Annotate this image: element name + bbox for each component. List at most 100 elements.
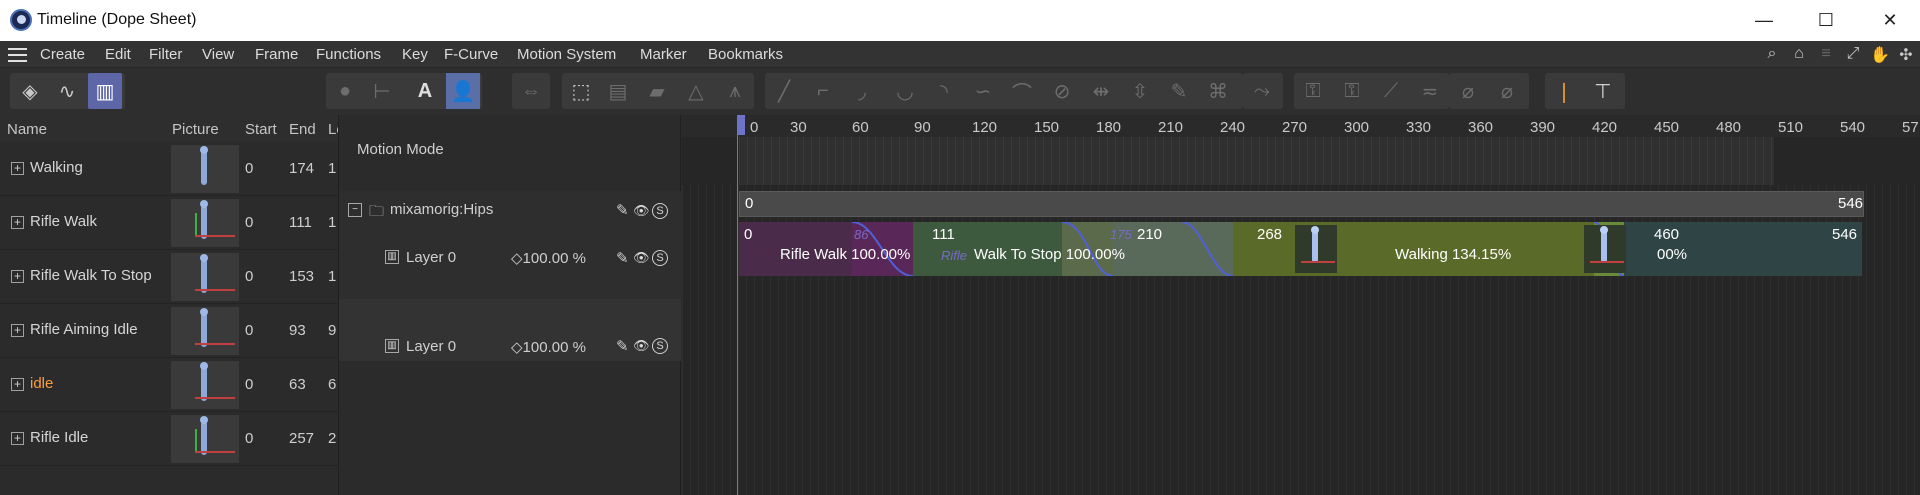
pen-tool-icon[interactable]: ✎ — [1162, 73, 1196, 109]
layer-weight[interactable]: ◇100.00 % — [511, 249, 586, 267]
edit-icon[interactable]: ✎ — [616, 337, 629, 355]
list-item[interactable]: + Rifle Walk To Stop 0 153 1 — [0, 250, 338, 304]
clip-icon[interactable]: ▤ — [601, 73, 635, 109]
eye-icon[interactable]: 👁 — [633, 338, 650, 354]
broom-icon[interactable]: ⩚ — [718, 73, 752, 109]
dope-sheet-view-icon[interactable]: ◈ — [13, 73, 47, 109]
menu-marker[interactable]: Marker — [640, 46, 687, 63]
playhead-handle[interactable] — [737, 115, 745, 135]
expand-icon[interactable]: + — [11, 162, 24, 175]
no-key-icon[interactable]: ⊘ — [1045, 73, 1079, 109]
column-picture[interactable]: Picture — [172, 121, 219, 138]
hand-pan-icon[interactable]: ✋ — [1870, 45, 1890, 65]
list-item[interactable]: + idle 0 63 6 — [0, 358, 338, 412]
hips-summary-track[interactable]: 0 546 — [739, 191, 1864, 217]
brush-icon[interactable]: ⌘ — [1201, 73, 1235, 109]
menu-bookmarks[interactable]: Bookmarks — [708, 46, 783, 63]
ruler-tick: 420 — [1592, 119, 1618, 136]
frame-select-icon[interactable]: ⬚ — [564, 73, 598, 109]
solo-icon[interactable]: S — [652, 250, 668, 266]
eye-icon[interactable]: 👁 — [633, 250, 650, 266]
motion-clip-list: + Walking 0 174 1 + Rifle Walk 0 111 1 +… — [0, 142, 338, 495]
expand-icon[interactable]: + — [11, 378, 24, 391]
list-item[interactable]: + Rifle Idle 0 257 2 — [0, 412, 338, 466]
ruler-tick: 450 — [1654, 119, 1680, 136]
list-item[interactable]: + Rifle Walk 0 111 1 — [0, 196, 338, 250]
toolbar: ◈ ∿ ▥ ● ⊢ A 👤 ⇔ ⬚ ▤ ▰ △ ⩚ ╱ ⌐ ◞ ◡ ◝ ∽ ⌒ … — [0, 68, 1920, 115]
text-mode-icon[interactable]: A — [408, 73, 442, 109]
edit-icon[interactable]: ✎ — [616, 201, 629, 219]
search-icon[interactable]: ⌕ — [1762, 45, 1782, 65]
expand-icon[interactable]: + — [11, 432, 24, 445]
linear-interp-icon[interactable]: ╱ — [767, 73, 801, 109]
lock-time-icon[interactable]: ⇹ — [1084, 73, 1118, 109]
expand-icon[interactable]: + — [11, 270, 24, 283]
solo-icon[interactable]: S — [652, 338, 668, 354]
menu-frame[interactable]: Frame — [255, 46, 298, 63]
menu-edit[interactable]: Edit — [105, 46, 131, 63]
timeline-area[interactable]: 0 30 60 90 120 150 180 210 240 270 300 3… — [682, 115, 1920, 495]
eye-icon[interactable]: 👁 — [633, 203, 650, 219]
ease-out-icon[interactable]: ◡ — [888, 73, 922, 109]
auto-tangent-icon[interactable]: ⤳ — [1245, 73, 1279, 109]
menu-create[interactable]: Create — [40, 46, 85, 63]
tangent-zero-icon[interactable]: ≂ — [1413, 73, 1447, 109]
ease-curve-icon[interactable]: ◝ — [927, 73, 961, 109]
tangent-break-icon[interactable]: ⚿ — [1335, 73, 1369, 109]
tangent-lock-icon[interactable]: ⚿ — [1296, 73, 1330, 109]
ruler-tick: 57 — [1902, 119, 1919, 136]
menu-functions[interactable]: Functions — [316, 46, 381, 63]
menu-fcurve[interactable]: F-Curve — [444, 46, 498, 63]
ease-in-icon[interactable]: ◞ — [845, 73, 879, 109]
motion-mode-view-icon[interactable]: ▥ — [88, 73, 122, 109]
clip-end-walking: 460 — [1654, 226, 1680, 243]
time-ruler[interactable]: 0 30 60 90 120 150 180 210 240 270 300 3… — [682, 115, 1920, 137]
ruler-tick: 360 — [1468, 119, 1494, 136]
add-marker-icon[interactable]: ⊤ — [1586, 73, 1620, 109]
lock-value-icon[interactable]: ⇳ — [1123, 73, 1157, 109]
step-interp-icon[interactable]: ⌐ — [806, 73, 840, 109]
minimize-button[interactable]: — — [1734, 0, 1794, 41]
layer-row[interactable]: ▥ Layer 0 ◇100.00 % ✎ 👁 S — [339, 230, 681, 299]
filter-icon[interactable]: ≡ — [1816, 45, 1836, 65]
hips-object-row[interactable]: − 🗀 mixamorig:Hips ✎ 👁 S — [339, 191, 681, 230]
edit-icon[interactable]: ✎ — [616, 249, 629, 267]
solo-icon[interactable]: S — [652, 203, 668, 219]
zero-length-icon[interactable]: ⌀ — [1490, 73, 1524, 109]
ruler-tick: 480 — [1716, 119, 1742, 136]
home-icon[interactable]: ⌂ — [1789, 45, 1809, 65]
close-button[interactable]: ✕ — [1860, 0, 1920, 41]
column-end[interactable]: End — [289, 121, 316, 138]
expand-icon[interactable]: ⤢ — [1843, 45, 1863, 65]
sphere-icon[interactable]: ● — [328, 73, 362, 109]
collapse-icon[interactable]: − — [348, 203, 362, 217]
maximize-button[interactable]: ☐ — [1796, 0, 1856, 41]
menu-view[interactable]: View — [202, 46, 234, 63]
layer-weight[interactable]: ◇100.00 % — [511, 338, 586, 356]
expand-icon[interactable]: + — [11, 324, 24, 337]
tangent-flat-icon[interactable]: ⟋ — [1374, 73, 1408, 109]
clip-stack-icon[interactable]: ▰ — [640, 73, 674, 109]
person-mode-icon[interactable]: 👤 — [446, 73, 480, 109]
zero-angle-icon[interactable]: ⌀ — [1451, 73, 1485, 109]
spline-icon[interactable]: ∽ — [966, 73, 1000, 109]
hamburger-menu-icon[interactable] — [8, 48, 27, 62]
layer-row[interactable]: ▥ Layer 0 ◇100.00 % ✎ 👁 S — [339, 299, 681, 361]
fcurve-view-icon[interactable]: ∿ — [50, 73, 84, 109]
marker-icon[interactable]: ❘ — [1547, 73, 1581, 109]
menu-key[interactable]: Key — [402, 46, 428, 63]
move-horizontal-icon[interactable]: ⇔ — [514, 73, 548, 109]
clip-thumbnail — [171, 307, 239, 355]
list-item[interactable]: + Walking 0 174 1 — [0, 142, 338, 196]
menu-motion-system[interactable]: Motion System — [517, 46, 616, 63]
list-item[interactable]: + Rifle Aiming Idle 0 93 9 — [0, 304, 338, 358]
column-start[interactable]: Start — [245, 121, 277, 138]
expand-icon[interactable]: + — [11, 216, 24, 229]
triangle-tool-icon[interactable]: △ — [679, 73, 713, 109]
hierarchy-icon[interactable]: ⊢ — [365, 73, 399, 109]
clip-start: 0 — [245, 160, 254, 177]
arc-icon[interactable]: ⌒ — [1005, 73, 1039, 109]
column-name[interactable]: Name — [7, 121, 47, 138]
move-icon[interactable]: ✣ — [1896, 45, 1916, 65]
menu-filter[interactable]: Filter — [149, 46, 182, 63]
